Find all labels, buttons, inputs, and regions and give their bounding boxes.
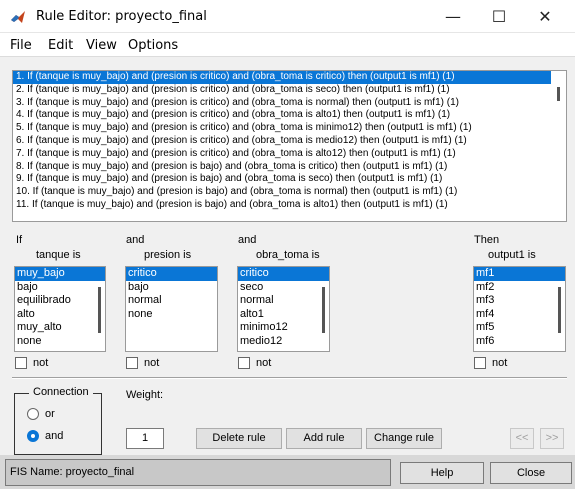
- tanque-listbox[interactable]: muy_bajo bajo equilibrado alto muy_alto none: [14, 266, 106, 352]
- output1-scrollbar[interactable]: [558, 287, 561, 333]
- status-bar: FIS Name: proyecto_final Help Close: [0, 455, 575, 489]
- output1-listbox[interactable]: mf1 mf2 mf3 mf4 mf5 mf6: [473, 266, 566, 352]
- change-rule-button[interactable]: Change rule: [366, 428, 442, 449]
- help-button[interactable]: Help: [400, 462, 484, 484]
- menu-bar: File Edit View Options: [0, 33, 575, 57]
- list-item[interactable]: none: [15, 335, 105, 349]
- and-label-1: and: [126, 234, 145, 246]
- rule-item[interactable]: 9. If (tanque is muy_bajo) and (presion …: [13, 173, 566, 186]
- list-item[interactable]: equilibrado: [15, 294, 105, 308]
- fis-name-field: FIS Name: proyecto_final: [5, 459, 391, 486]
- next-button[interactable]: >>: [540, 428, 564, 449]
- rule-item[interactable]: 1. If (tanque is muy_bajo) and (presion …: [13, 71, 551, 84]
- obra-toma-label: obra_toma is: [256, 249, 320, 261]
- presion-not-checkbox[interactable]: [126, 357, 138, 369]
- list-item[interactable]: seco: [238, 281, 329, 295]
- list-item[interactable]: alto1: [238, 308, 329, 322]
- presion-listbox[interactable]: critico bajo normal none: [125, 266, 218, 352]
- and-label-2: and: [238, 234, 257, 246]
- list-item[interactable]: bajo: [15, 281, 105, 295]
- matlab-icon: [11, 11, 25, 23]
- then-label: Then: [474, 234, 500, 246]
- or-label: or: [45, 408, 55, 420]
- connection-group: Connection or and: [14, 386, 102, 455]
- presion-not-label: not: [144, 357, 160, 369]
- obra-toma-not-checkbox[interactable]: [238, 357, 250, 369]
- close-button[interactable]: Close: [490, 462, 572, 484]
- list-item[interactable]: normal: [238, 294, 329, 308]
- list-item[interactable]: mf2: [474, 281, 565, 295]
- rule-item[interactable]: 6. If (tanque is muy_bajo) and (presion …: [13, 135, 566, 148]
- weight-input[interactable]: 1: [126, 428, 164, 449]
- list-item[interactable]: mf1: [474, 267, 565, 281]
- output1-not-label: not: [492, 357, 508, 369]
- list-item[interactable]: mf3: [474, 294, 565, 308]
- list-item[interactable]: muy_alto: [15, 321, 105, 335]
- list-item[interactable]: critico: [238, 267, 329, 281]
- list-item[interactable]: critico: [126, 267, 217, 281]
- obra-toma-listbox[interactable]: critico seco normal alto1 minimo12 medio12: [237, 266, 330, 352]
- add-rule-button[interactable]: Add rule: [286, 428, 362, 449]
- connection-title: Connection: [29, 386, 93, 398]
- list-item[interactable]: medio12: [238, 335, 329, 349]
- close-window-button[interactable]: ✕: [522, 0, 568, 33]
- separator: [12, 377, 567, 379]
- tanque-label: tanque is: [36, 249, 81, 261]
- minimize-button[interactable]: —: [430, 0, 476, 33]
- list-item[interactable]: minimo12: [238, 321, 329, 335]
- list-item[interactable]: mf6: [474, 335, 565, 349]
- or-radio[interactable]: [27, 408, 39, 420]
- list-item[interactable]: none: [126, 308, 217, 322]
- rule-item[interactable]: 11. If (tanque is muy_bajo) and (presion…: [13, 199, 566, 212]
- rule-item[interactable]: 4. If (tanque is muy_bajo) and (presion …: [13, 109, 566, 122]
- rule-item[interactable]: 3. If (tanque is muy_bajo) and (presion …: [13, 97, 566, 110]
- weight-label: Weight:: [126, 389, 164, 401]
- prev-button[interactable]: <<: [510, 428, 534, 449]
- list-item[interactable]: alto: [15, 308, 105, 322]
- rule-item[interactable]: 5. If (tanque is muy_bajo) and (presion …: [13, 122, 566, 135]
- menu-edit[interactable]: Edit: [48, 38, 73, 53]
- rules-list[interactable]: 1. If (tanque is muy_bajo) and (presion …: [12, 70, 567, 222]
- output1-label: output1 is: [488, 249, 536, 261]
- rule-item[interactable]: 8. If (tanque is muy_bajo) and (presion …: [13, 161, 566, 174]
- menu-file[interactable]: File: [10, 38, 32, 53]
- list-item[interactable]: bajo: [126, 281, 217, 295]
- menu-view[interactable]: View: [86, 38, 117, 53]
- rule-item[interactable]: 7. If (tanque is muy_bajo) and (presion …: [13, 148, 566, 161]
- and-label: and: [45, 430, 64, 442]
- obra-toma-not-label: not: [256, 357, 272, 369]
- tanque-scrollbar[interactable]: [98, 287, 101, 333]
- window-title: Rule Editor: proyecto_final: [36, 9, 207, 24]
- tanque-not-label: not: [33, 357, 49, 369]
- list-item[interactable]: mf5: [474, 321, 565, 335]
- delete-rule-button[interactable]: Delete rule: [196, 428, 282, 449]
- title-bar: Rule Editor: proyecto_final — ☐ ✕: [0, 0, 575, 33]
- obra-toma-scrollbar[interactable]: [322, 287, 325, 333]
- presion-label: presion is: [144, 249, 192, 261]
- list-item[interactable]: mf4: [474, 308, 565, 322]
- if-label: If: [16, 234, 23, 246]
- rule-item[interactable]: 2. If (tanque is muy_bajo) and (presion …: [13, 84, 566, 97]
- rules-scrollbar[interactable]: [552, 71, 566, 221]
- list-item[interactable]: muy_bajo: [15, 267, 105, 281]
- maximize-button[interactable]: ☐: [476, 0, 522, 33]
- list-item[interactable]: normal: [126, 294, 217, 308]
- rule-item[interactable]: 10. If (tanque is muy_bajo) and (presion…: [13, 186, 566, 199]
- output1-not-checkbox[interactable]: [474, 357, 486, 369]
- tanque-not-checkbox[interactable]: [15, 357, 27, 369]
- and-radio[interactable]: [27, 430, 39, 442]
- menu-options[interactable]: Options: [128, 38, 178, 53]
